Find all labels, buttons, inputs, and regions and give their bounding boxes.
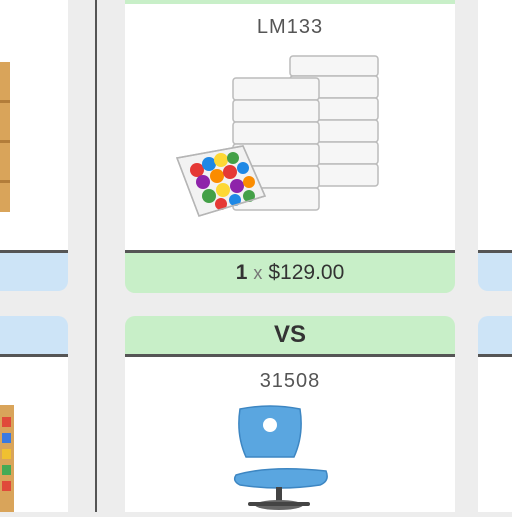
product-card-1[interactable]: LM133 bbox=[125, 0, 455, 250]
vs-label: VS bbox=[273, 321, 306, 348]
wooden-shelf-icon bbox=[0, 62, 10, 212]
clear-storage-bins-icon bbox=[175, 55, 379, 217]
vs-header: VS bbox=[125, 316, 455, 357]
quantity: 1 bbox=[235, 261, 248, 284]
left-column bbox=[0, 0, 68, 512]
times-symbol: x bbox=[253, 262, 263, 283]
left-product-card[interactable] bbox=[0, 0, 68, 250]
product-sku: LM133 bbox=[256, 16, 324, 38]
right-product-card[interactable] bbox=[478, 0, 512, 250]
compare-column: LM133 1 x $129.00 VS 31508 bbox=[125, 0, 455, 512]
product-card-2[interactable]: 31508 bbox=[125, 357, 455, 512]
column-gap bbox=[455, 0, 478, 512]
column-divider bbox=[95, 0, 97, 512]
product-sku: 31508 bbox=[259, 370, 321, 392]
left-header-bar bbox=[0, 316, 68, 357]
classroom-cubby-icon bbox=[0, 405, 14, 512]
right-product-card-2[interactable] bbox=[478, 357, 512, 512]
right-header-bar bbox=[478, 316, 512, 357]
blue-task-chair-icon bbox=[233, 405, 328, 510]
price-bar: 1 x $129.00 bbox=[125, 250, 455, 293]
left-product-card-2[interactable] bbox=[0, 357, 68, 512]
card-header-stub bbox=[125, 0, 455, 4]
left-price-bar bbox=[0, 250, 68, 291]
right-price-bar bbox=[478, 250, 512, 291]
price-amount: $129.00 bbox=[268, 261, 345, 284]
